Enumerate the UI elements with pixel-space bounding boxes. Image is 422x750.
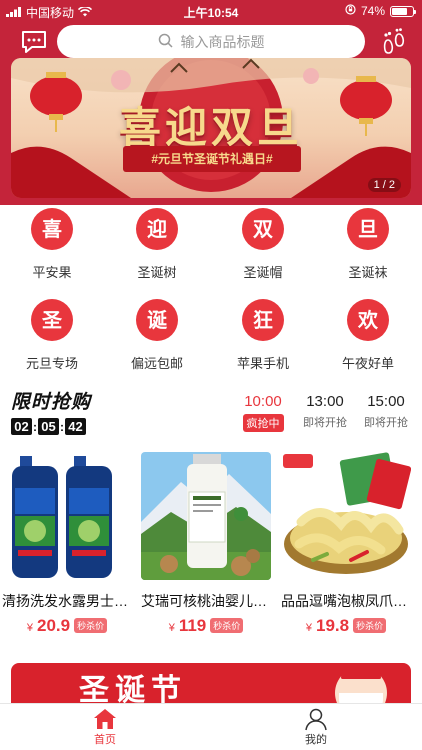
- product-price: ¥ 19.8 秒杀价: [281, 616, 411, 636]
- flash-sale-title: 限时抢购: [11, 392, 92, 413]
- santa-icon: [335, 663, 387, 703]
- person-icon: [276, 707, 356, 731]
- price-currency: ¥: [168, 622, 175, 634]
- category-label: 平安果: [32, 265, 72, 280]
- slot-status: 即将开抢: [364, 417, 408, 429]
- countdown-seconds: 42: [65, 418, 86, 435]
- category-item[interactable]: 迎 圣诞树: [112, 208, 202, 281]
- countdown-minutes: 05: [38, 418, 59, 435]
- price-value: 20.9: [37, 616, 71, 635]
- search-icon: [158, 33, 173, 51]
- product-name: 品品逗嘴泡椒凤爪零食: [281, 593, 411, 609]
- banner-page-indicator: 1 / 2: [367, 178, 401, 192]
- chat-bubble-icon: [21, 31, 47, 58]
- category-item[interactable]: 诞 偏远包邮: [112, 299, 202, 372]
- search-bar[interactable]: 输入商品标题: [57, 25, 365, 58]
- slot-status: 疯抢中: [242, 414, 284, 432]
- rotation-lock-icon: [345, 4, 356, 18]
- category-label: 圣诞袜: [348, 265, 388, 280]
- header-area: 中国移动 上午10:54 74% 输入商品标题 喜迎双旦 #元旦节圣诞节礼遇日#…: [0, 0, 422, 205]
- category-label: 苹果手机: [236, 356, 289, 371]
- status-bar: 中国移动 上午10:54 74%: [0, 0, 422, 22]
- category-label: 圣诞帽: [243, 265, 283, 280]
- promo-banner[interactable]: 圣诞节: [11, 663, 411, 703]
- search-placeholder: 输入商品标题: [180, 33, 265, 50]
- category-item[interactable]: 圣 元旦专场: [7, 299, 97, 372]
- home-icon: [65, 707, 145, 731]
- slot-time: 13:00: [306, 393, 344, 410]
- holiday-banner[interactable]: 喜迎双旦 #元旦节圣诞节礼遇日# 1 / 2: [11, 58, 411, 198]
- category-badge: 喜: [31, 208, 73, 250]
- price-value: 19.8: [316, 616, 350, 635]
- battery-percent: 74%: [360, 4, 385, 18]
- category-badge: 双: [242, 208, 284, 250]
- message-button[interactable]: [21, 30, 47, 54]
- price-tag: 秒杀价: [74, 618, 108, 633]
- price-currency: ¥: [26, 622, 33, 634]
- category-label: 圣诞树: [137, 265, 177, 280]
- banner-subtitle: #元旦节圣诞节礼遇日#: [123, 146, 301, 172]
- time-slot-active[interactable]: 10:00 疯抢中: [231, 393, 295, 432]
- product-card[interactable]: 艾瑞可核桃油婴儿专用 ¥ 119 秒杀价: [141, 452, 271, 636]
- product-price: ¥ 119 秒杀价: [141, 616, 271, 636]
- category-badge: 狂: [242, 299, 284, 341]
- slot-time: 15:00: [367, 393, 405, 410]
- footprint-button[interactable]: [382, 28, 406, 56]
- tab-profile[interactable]: 我的: [276, 707, 356, 747]
- slot-time: 10:00: [244, 393, 282, 410]
- battery-icon: [390, 5, 416, 17]
- tab-label: 首页: [94, 734, 116, 746]
- price-currency: ¥: [305, 622, 312, 634]
- product-card[interactable]: 清扬洗发水露男士专用 ¥ 20.9 秒杀价: [2, 452, 132, 636]
- price-tag: 秒杀价: [353, 618, 387, 633]
- price-value: 119: [178, 616, 207, 635]
- category-item[interactable]: 旦 圣诞袜: [323, 208, 413, 281]
- category-badge: 迎: [136, 208, 178, 250]
- product-image: [2, 452, 132, 580]
- category-badge: 圣: [31, 299, 73, 341]
- product-price: ¥ 20.9 秒杀价: [2, 616, 132, 636]
- product-name: 清扬洗发水露男士专用: [2, 593, 132, 609]
- tab-label: 我的: [305, 734, 327, 746]
- product-name: 艾瑞可核桃油婴儿专用: [141, 593, 271, 609]
- product-card[interactable]: 品品逗嘴泡椒凤爪零食 ¥ 19.8 秒杀价: [281, 452, 411, 636]
- time-slot[interactable]: 13:00 即将开抢: [293, 393, 357, 430]
- category-label: 元旦专场: [25, 356, 78, 371]
- category-label: 偏远包邮: [130, 356, 183, 371]
- slot-status: 即将开抢: [303, 417, 347, 429]
- flash-sale-header: 限时抢购 02 : 05 : 42 10:00 疯抢中 13:00 即将开抢 1…: [0, 385, 422, 440]
- price-tag: 秒杀价: [210, 618, 244, 633]
- category-item[interactable]: 欢 午夜好单: [323, 299, 413, 372]
- category-label: 午夜好单: [341, 356, 394, 371]
- tab-home[interactable]: 首页: [65, 707, 145, 747]
- category-badge: 旦: [347, 208, 389, 250]
- product-image: [141, 452, 271, 580]
- category-badge: 诞: [136, 299, 178, 341]
- category-badge: 欢: [347, 299, 389, 341]
- countdown-hours: 02: [11, 418, 32, 435]
- tab-bar: 首页 我的: [0, 703, 422, 750]
- category-item[interactable]: 狂 苹果手机: [218, 299, 308, 372]
- promo-text: 圣诞节: [79, 673, 187, 703]
- countdown-timer: 02 : 05 : 42: [11, 418, 86, 435]
- category-item[interactable]: 双 圣诞帽: [218, 208, 308, 281]
- category-item[interactable]: 喜 平安果: [7, 208, 97, 281]
- product-image: [281, 452, 411, 580]
- time-slot[interactable]: 15:00 即将开抢: [354, 393, 418, 430]
